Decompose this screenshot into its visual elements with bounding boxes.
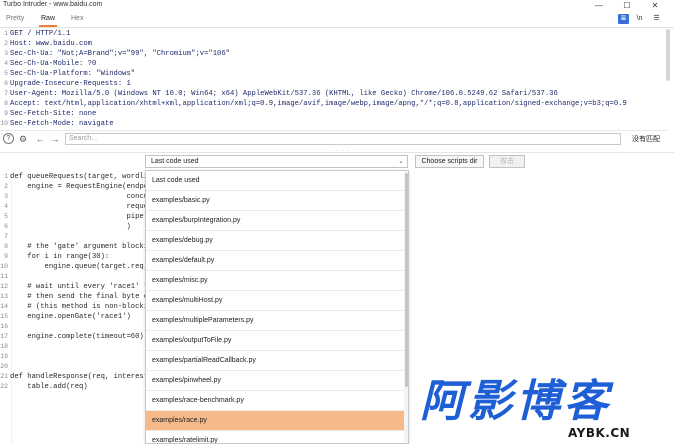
request-line: 9 Sec-Fetch-Site: none: [4, 110, 97, 118]
request-line: 7 User-Agent: Mozilla/5.0 (Windows NT 10.…: [4, 90, 558, 98]
request-line: 4 Sec-Ch-Ua-Mobile: ?0: [4, 60, 97, 68]
title-bar: Turbo Intruder - www.baidu.com — ☐ ✕: [0, 0, 674, 12]
search-bar: ? ⚙ ← → Search... 没有匹配: [0, 131, 674, 147]
dropdown-scrollbar-thumb[interactable]: [405, 173, 408, 387]
tab-raw[interactable]: Raw: [38, 15, 58, 27]
watermark-domain: AYBK.CN: [568, 426, 631, 440]
request-line: 8 Accept: text/html,application/xhtml+xml…: [4, 100, 627, 108]
split-handle[interactable]: · · · ·: [330, 148, 350, 154]
choose-scripts-dir-button[interactable]: Choose scripts dir: [415, 155, 484, 168]
request-line: 10 Sec-Fetch-Mode: navigate: [0, 120, 114, 128]
dropdown-item[interactable]: examples/default.py: [146, 251, 404, 271]
dropdown-item[interactable]: examples/multipleParameters.py: [146, 311, 404, 331]
request-line: 6 Upgrade-Insecure-Requests: 1: [4, 80, 131, 88]
dropdown-item[interactable]: examples/burpIntegration.py: [146, 211, 404, 231]
view-tabs: Pretty Raw Hex: [0, 12, 674, 27]
close-button[interactable]: ✕: [648, 0, 662, 12]
forward-arrow-icon[interactable]: →: [49, 133, 61, 145]
maximize-button[interactable]: ☐: [620, 0, 634, 12]
dropdown-item[interactable]: examples/outputToFile.py: [146, 331, 404, 351]
gear-icon[interactable]: ⚙: [17, 133, 29, 145]
dropdown-item-selected[interactable]: examples/race.py: [146, 411, 404, 431]
menu-icon[interactable]: ☰: [651, 14, 662, 24]
script-select-value: Last code used: [151, 158, 199, 165]
request-line: 5 Sec-Ch-Ua-Platform: "Windows": [4, 70, 136, 78]
back-arrow-icon[interactable]: ←: [34, 133, 46, 145]
tab-pretty[interactable]: Pretty: [6, 15, 24, 26]
search-input[interactable]: Search...: [65, 133, 621, 145]
dropdown-item[interactable]: examples/multiHost.py: [146, 291, 404, 311]
request-line: 1 GET / HTTP/1.1: [4, 30, 71, 38]
match-count: 没有匹配: [632, 136, 660, 143]
request-line: 3 Sec-Ch-Ua: "Not;A=Brand";v="99", "Chrom…: [4, 50, 230, 58]
minimize-button[interactable]: —: [592, 0, 606, 12]
script-select[interactable]: Last code used ⌄: [145, 155, 408, 168]
dropdown-item[interactable]: examples/race-benchmark.py: [146, 391, 404, 411]
tab-hex[interactable]: Hex: [71, 15, 83, 26]
request-line: 2 Host: www.baidu.com: [4, 40, 92, 48]
newline-icon[interactable]: \n: [634, 14, 645, 24]
dropdown-item[interactable]: examples/basic.py: [146, 191, 404, 211]
divider: [0, 152, 674, 153]
window-title: Turbo Intruder - www.baidu.com: [3, 1, 103, 8]
dropdown-item[interactable]: examples/pinwheel.py: [146, 371, 404, 391]
dropdown-item[interactable]: examples/partialReadCallback.py: [146, 351, 404, 371]
dropdown-item[interactable]: examples/debug.py: [146, 231, 404, 251]
chevron-down-icon: ⌄: [398, 158, 404, 165]
watermark-text: 阿影博客: [420, 376, 612, 427]
request-editor[interactable]: 1 GET / HTTP/1.1 2 Host: www.baidu.com 3 Se…: [0, 29, 668, 130]
script-dropdown-list: Last code used examples/basic.py example…: [145, 170, 409, 444]
dropdown-item[interactable]: Last code used: [146, 171, 404, 191]
divider: [0, 27, 674, 28]
attack-button[interactable]: 攻击: [489, 155, 525, 168]
request-scrollbar[interactable]: [666, 29, 670, 81]
actions-icon[interactable]: ≣: [618, 14, 629, 24]
help-icon[interactable]: ?: [3, 133, 14, 144]
dropdown-item[interactable]: examples/ratelimit.py: [146, 431, 404, 443]
watermark-logo: 阿影博客 AYBK.CN: [420, 378, 670, 442]
dropdown-item[interactable]: examples/misc.py: [146, 271, 404, 291]
